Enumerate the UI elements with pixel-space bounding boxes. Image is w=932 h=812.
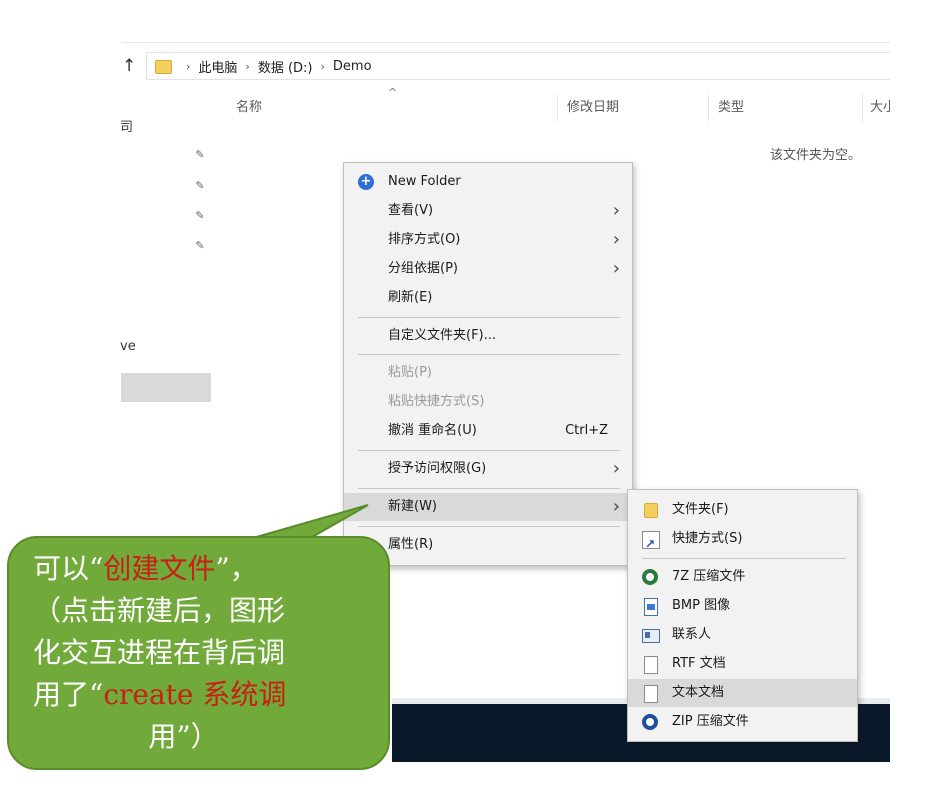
folder-icon	[644, 503, 658, 518]
menu-item-label: 粘贴快捷方式(S)	[388, 394, 485, 409]
new-submenu: 文件夹(F) 快捷方式(S) 7Z 压缩文件 BMP 图像 联系人 RTF 文档…	[627, 489, 858, 742]
menu-item-customize-folder[interactable]: 自定义文件夹(F)...	[344, 322, 632, 350]
menu-item-paste-shortcut[interactable]: 粘贴快捷方式(S)	[344, 388, 632, 416]
pin-icon[interactable]: ✎	[193, 239, 207, 253]
menu-item-new-folder[interactable]: + New Folder	[344, 168, 632, 196]
breadcrumb-separator: ›	[186, 59, 191, 73]
submenu-item-rtf-document[interactable]: RTF 文档	[628, 650, 857, 678]
plus-circle-icon: +	[358, 174, 374, 190]
annotation-line: 用”）	[148, 720, 219, 753]
nav-pane-fragment: ve	[120, 339, 136, 354]
sort-caret-icon: ^	[388, 86, 398, 99]
submenu-item-label: RTF 文档	[672, 656, 726, 671]
menu-separator	[358, 317, 620, 318]
menu-item-view[interactable]: 查看(V) ›	[344, 197, 632, 225]
rtf-document-icon	[644, 656, 658, 674]
7z-archive-icon	[642, 569, 658, 585]
column-divider[interactable]	[557, 94, 558, 122]
annotation-line: 化交互进程在背后调	[33, 636, 286, 669]
menu-item-sort-by[interactable]: 排序方式(O) ›	[344, 226, 632, 254]
pin-icon[interactable]: ✎	[193, 179, 207, 193]
menu-separator	[642, 558, 846, 559]
column-header-modified[interactable]: 修改日期	[567, 96, 619, 120]
pin-icon[interactable]: ✎	[193, 148, 207, 162]
breadcrumb-separator: ›	[320, 59, 325, 73]
nav-pane-fragment: 司	[120, 120, 134, 135]
menu-separator	[358, 450, 620, 451]
breadcrumb-drive-d[interactable]: 数据 (D:)	[258, 57, 313, 76]
nav-pane-selected-item[interactable]	[121, 373, 211, 402]
submenu-item-7z-archive[interactable]: 7Z 压缩文件	[628, 563, 857, 591]
pin-icon[interactable]: ✎	[193, 209, 207, 223]
menu-item-new[interactable]: 新建(W) ›	[344, 493, 632, 521]
shortcut-icon	[642, 530, 660, 558]
menu-item-group-by[interactable]: 分组依据(P) ›	[344, 255, 632, 283]
zip-archive-icon	[642, 714, 658, 730]
folder-icon	[155, 60, 172, 74]
menu-separator	[358, 488, 620, 489]
menu-item-label: 授予访问权限(G)	[388, 461, 487, 476]
submenu-item-label: ZIP 压缩文件	[672, 714, 749, 729]
column-header-name[interactable]: 名称	[236, 96, 262, 120]
breadcrumb-separator: ›	[245, 59, 250, 73]
menu-item-give-access[interactable]: 授予访问权限(G) ›	[344, 455, 632, 483]
menu-separator	[358, 526, 620, 527]
menu-separator	[358, 354, 620, 355]
contact-icon	[642, 629, 660, 643]
submenu-item-label: 快捷方式(S)	[672, 531, 743, 546]
menu-item-shortcut: Ctrl+Z	[565, 423, 608, 438]
address-bar[interactable]: › 此电脑 › 数据 (D:) › Demo	[146, 52, 890, 80]
annotation-line: 可以“创建文件”，	[33, 552, 258, 585]
menu-item-label: 查看(V)	[388, 203, 434, 218]
column-divider[interactable]	[862, 94, 863, 122]
context-menu: + New Folder 查看(V) › 排序方式(O) › 分组依据(P) ›…	[343, 162, 633, 566]
submenu-item-text-document[interactable]: 文本文档	[628, 679, 857, 707]
chevron-right-icon: ›	[612, 200, 620, 221]
empty-folder-message: 该文件夹为空。	[770, 148, 862, 163]
menu-item-label: 新建(W)	[388, 499, 437, 514]
chevron-right-icon: ›	[612, 458, 620, 479]
menu-item-label: New Folder	[388, 174, 461, 189]
submenu-item-folder[interactable]: 文件夹(F)	[628, 496, 857, 524]
window-top-border	[122, 42, 890, 43]
annotation-line: 用了“create 系统调	[33, 678, 287, 711]
menu-item-label: 粘贴(P)	[388, 365, 432, 380]
menu-item-label: 自定义文件夹(F)...	[388, 328, 497, 343]
menu-item-label: 排序方式(O)	[388, 232, 461, 247]
submenu-item-label: 联系人	[672, 627, 712, 642]
submenu-item-zip-archive[interactable]: ZIP 压缩文件	[628, 708, 857, 736]
menu-item-paste[interactable]: 粘贴(P)	[344, 359, 632, 387]
bmp-image-icon	[644, 598, 658, 616]
menu-item-label: 撤消 重命名(U)	[388, 423, 477, 438]
menu-item-label: 分组依据(P)	[388, 261, 458, 276]
submenu-item-label: BMP 图像	[672, 598, 731, 613]
chevron-right-icon: ›	[612, 229, 620, 250]
submenu-item-shortcut[interactable]: 快捷方式(S)	[628, 525, 857, 558]
menu-item-label: 刷新(E)	[388, 290, 433, 305]
up-arrow-icon[interactable]: ↑	[122, 54, 140, 78]
submenu-item-label: 文件夹(F)	[672, 502, 729, 517]
column-header-type[interactable]: 类型	[718, 96, 744, 120]
submenu-item-bmp-image[interactable]: BMP 图像	[628, 592, 857, 620]
breadcrumb-demo[interactable]: Demo	[333, 59, 372, 74]
chevron-right-icon: ›	[612, 496, 620, 517]
chevron-right-icon: ›	[612, 258, 620, 279]
submenu-item-contact[interactable]: 联系人	[628, 621, 857, 649]
menu-item-refresh[interactable]: 刷新(E)	[344, 284, 632, 312]
menu-item-label: 属性(R)	[388, 537, 434, 552]
submenu-item-label: 文本文档	[672, 685, 725, 700]
submenu-item-label: 7Z 压缩文件	[672, 569, 746, 584]
annotation-callout: 可以“创建文件”， （点击新建后，图形 化交互进程在背后调 用了“create …	[7, 536, 390, 770]
annotation-line: （点击新建后，图形	[33, 594, 286, 627]
menu-item-undo-rename[interactable]: 撤消 重命名(U) Ctrl+Z	[344, 417, 632, 445]
breadcrumb-this-pc[interactable]: 此电脑	[198, 57, 237, 76]
text-document-icon	[644, 685, 658, 703]
column-header-size[interactable]: 大小	[870, 96, 890, 120]
column-divider[interactable]	[708, 94, 709, 122]
